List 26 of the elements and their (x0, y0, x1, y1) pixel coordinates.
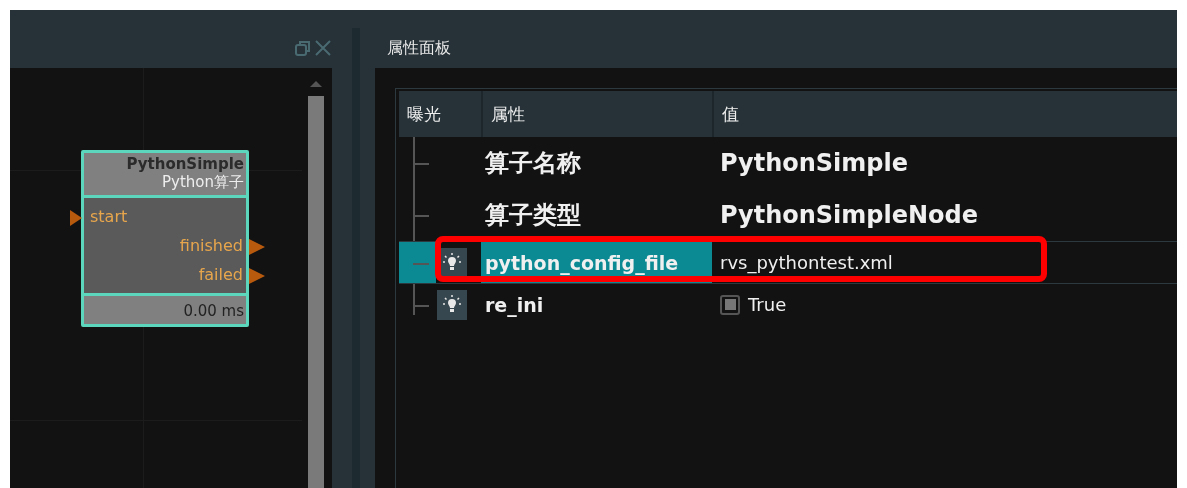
restore-icon[interactable] (294, 39, 312, 57)
property-name: 算子类型 (485, 200, 581, 231)
panel-title: 属性面板 (387, 37, 451, 59)
property-value[interactable]: rvs_pythontest.xml (720, 252, 893, 273)
port-label: finished (179, 236, 243, 255)
node-timing: 0.00 ms (183, 302, 244, 320)
property-value[interactable]: True (748, 294, 787, 315)
property-value: PythonSimple (720, 149, 908, 177)
property-name: python_config_file (485, 251, 679, 274)
node-card[interactable]: PythonSimple Python算子 start finished failed 0.00 ms (81, 150, 249, 327)
output-port-icon[interactable] (249, 268, 265, 284)
column-header[interactable]: 曝光 (399, 91, 481, 137)
column-header[interactable]: 属性 (481, 91, 712, 137)
checkbox[interactable] (720, 294, 740, 315)
bulb-icon[interactable] (437, 289, 467, 320)
close-icon[interactable] (314, 39, 332, 57)
scrollbar[interactable] (306, 78, 326, 488)
node-subtitle: Python算子 (162, 173, 244, 192)
output-port-icon[interactable] (249, 239, 265, 255)
property-name: 算子名称 (485, 148, 581, 179)
port-label: start (90, 207, 128, 226)
column-header[interactable]: 值 (712, 91, 1177, 137)
property-value: PythonSimpleNode (720, 201, 979, 229)
port-label: failed (198, 265, 243, 284)
node-title: PythonSimple (126, 155, 244, 173)
property-name: re_ini (485, 293, 544, 316)
